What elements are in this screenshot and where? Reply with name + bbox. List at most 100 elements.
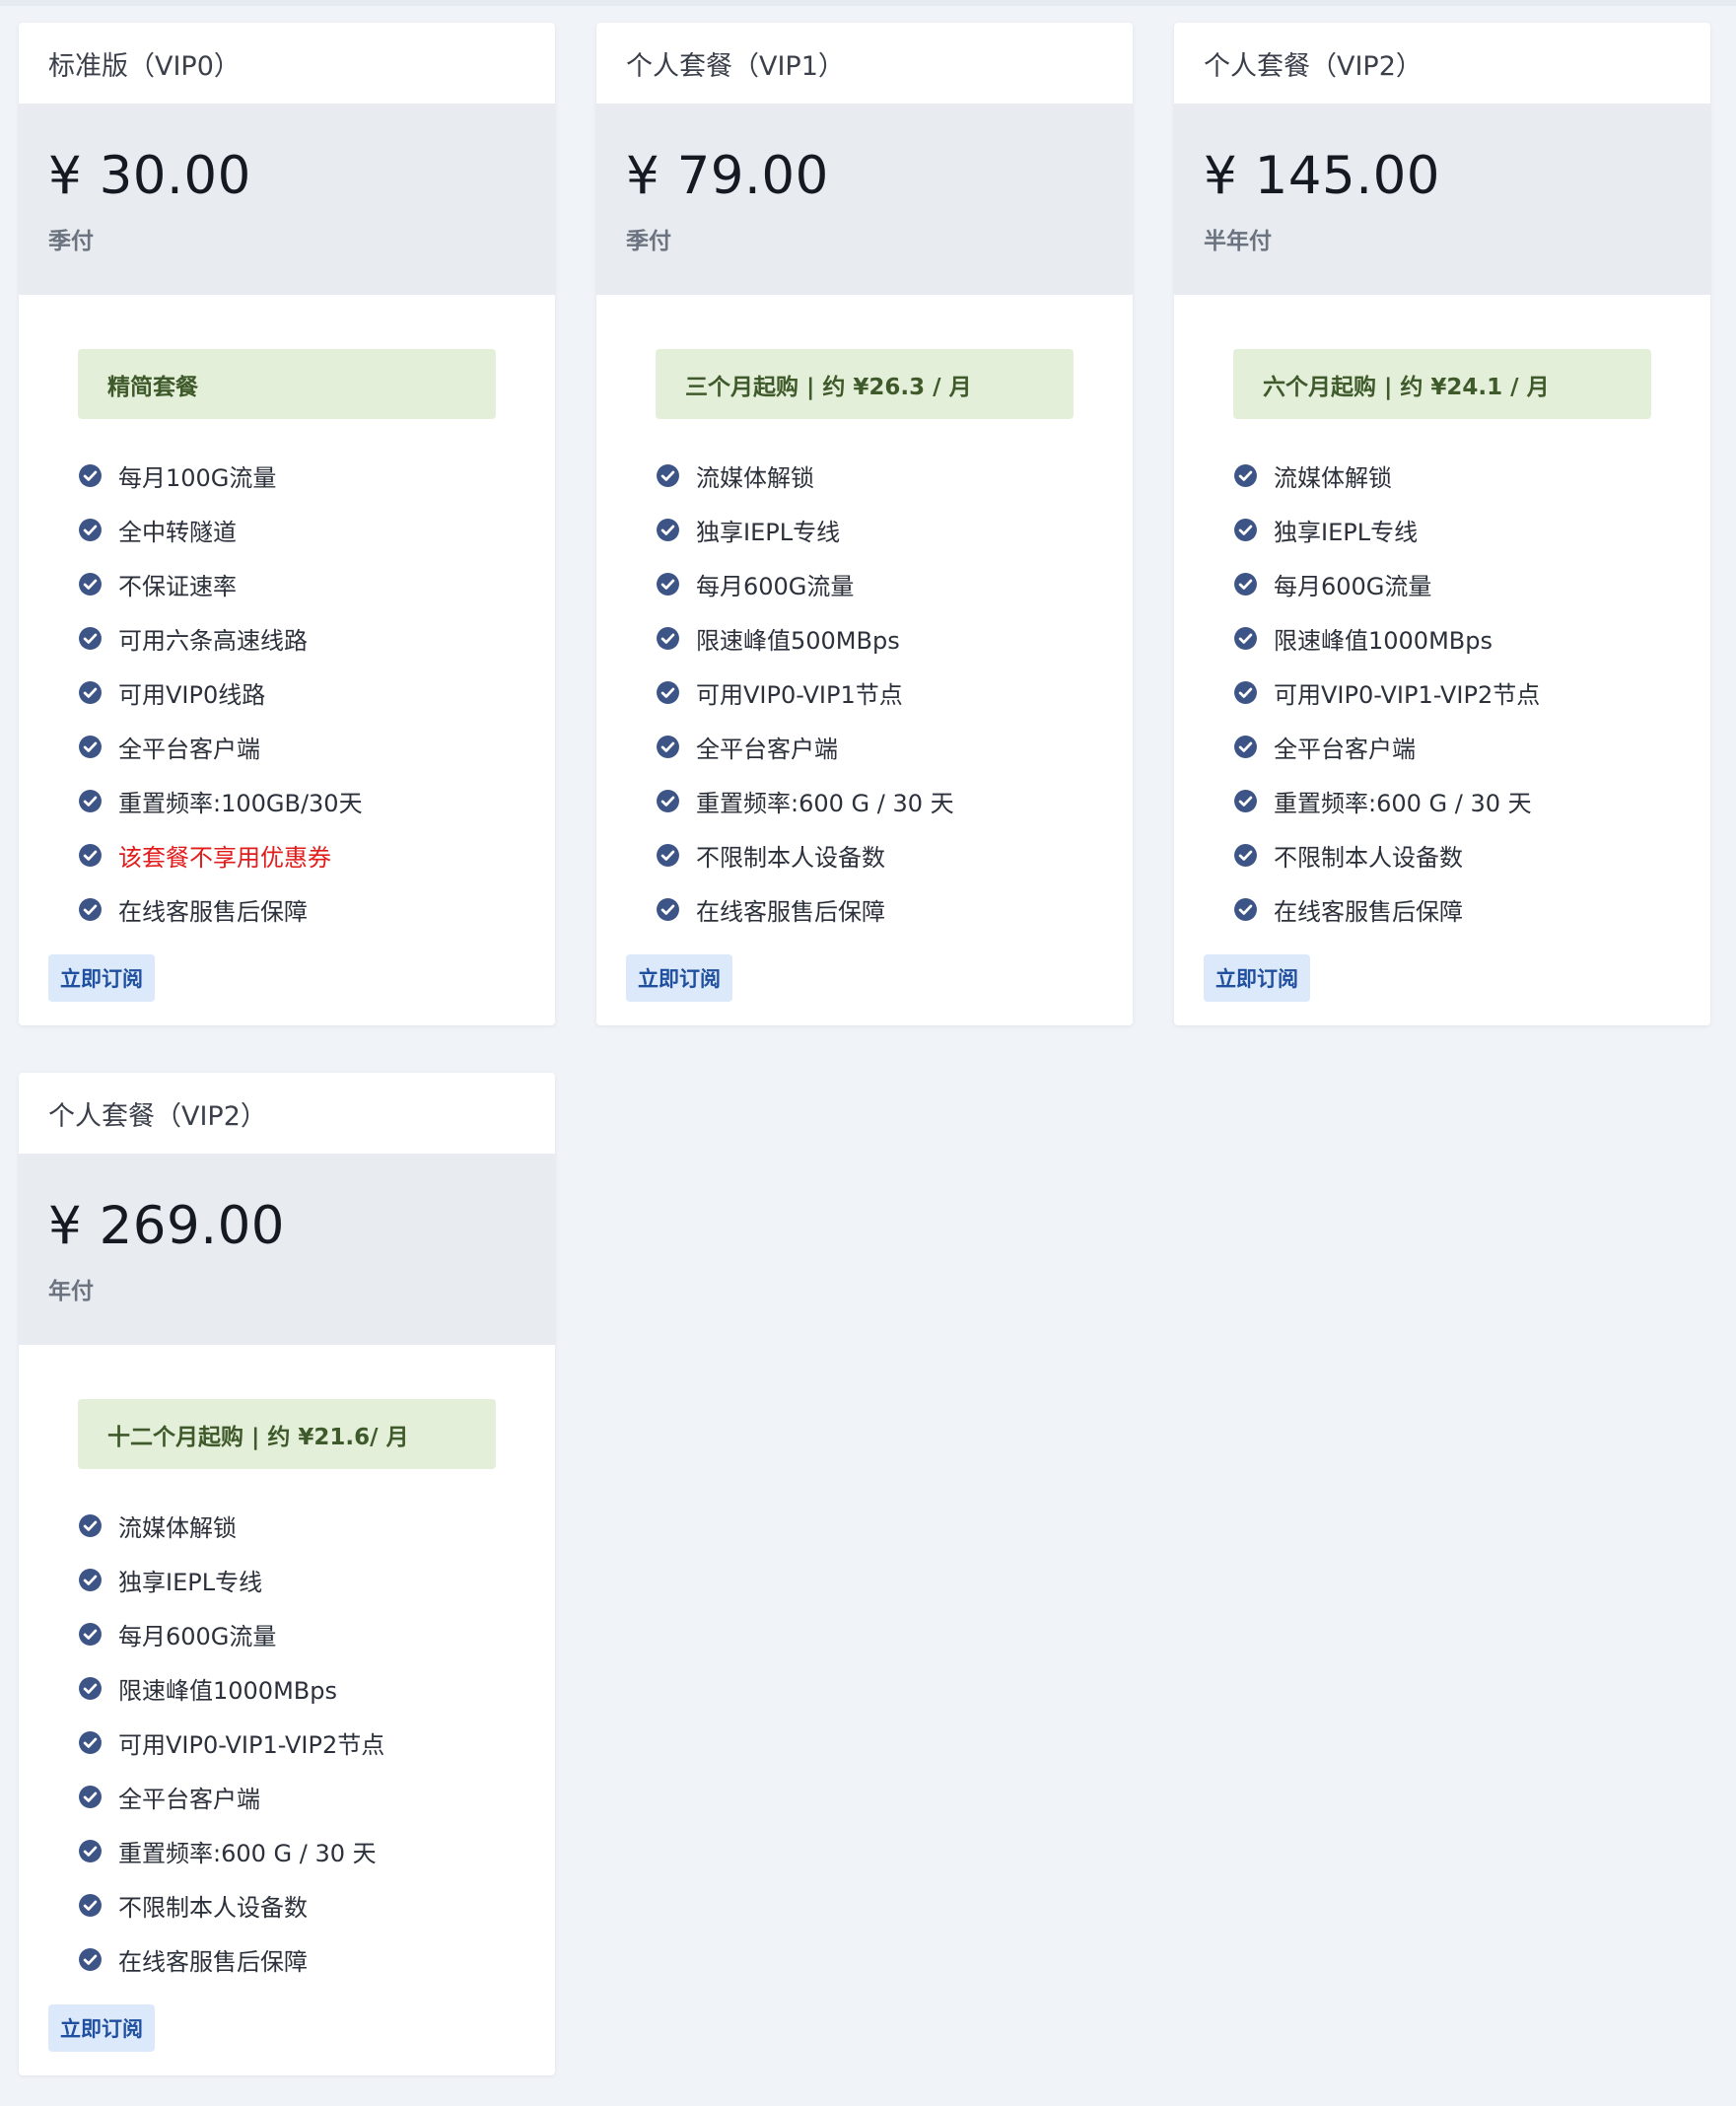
feature-item: 重置频率:600 G / 30 天 — [78, 1824, 525, 1878]
plan-banner: 十二个月起购 | 约 ¥21.6/ 月 — [78, 1399, 496, 1469]
feature-text: 流媒体解锁 — [1274, 464, 1392, 492]
feature-item: 可用VIP0-VIP1-VIP2节点 — [78, 1716, 525, 1770]
feature-text: 独享IEPL专线 — [1274, 519, 1419, 546]
check-circle-icon — [79, 1514, 102, 1537]
plan-body: 精简套餐 每月100G流量 全中转隧道 不保证速率 可用六条高速线路 可用VIP0线路全… — [19, 295, 555, 1025]
check-circle-icon — [657, 627, 679, 650]
feature-item: 流媒体解锁 — [78, 1499, 525, 1553]
check-circle-icon — [657, 681, 679, 704]
check-circle-icon — [79, 898, 102, 921]
feature-text: 可用VIP0-VIP1节点 — [696, 681, 903, 709]
feature-item: 重置频率:600 G / 30 天 — [656, 774, 1103, 828]
feature-item: 可用VIP0线路 — [78, 666, 525, 720]
feature-item: 流媒体解锁 — [1233, 449, 1681, 503]
check-circle-icon — [79, 790, 102, 812]
feature-list: 每月100G流量 全中转隧道 不保证速率 可用六条高速线路 可用VIP0线路 全平台客户端… — [48, 449, 525, 937]
plan-grid: 标准版（VIP0） ¥ 30.00 季付 精简套餐 每月100G流量 全中转隧道不… — [19, 23, 1710, 2075]
check-circle-icon — [79, 844, 102, 867]
check-circle-icon — [79, 519, 102, 541]
feature-item: 全平台客户端 — [78, 1770, 525, 1824]
plan-title: 个人套餐（VIP2） — [1204, 50, 1423, 82]
price-block: ¥ 145.00 半年付 — [1174, 104, 1710, 295]
billing-period: 季付 — [48, 229, 94, 254]
plan-title: 标准版（VIP0） — [48, 50, 241, 82]
feature-text: 独享IEPL专线 — [696, 519, 841, 546]
feature-text: 每月600G流量 — [1274, 573, 1432, 600]
feature-text: 全平台客户端 — [1274, 736, 1416, 763]
subscribe-button[interactable]: 立即订阅 — [1204, 954, 1310, 1002]
feature-item: 在线客服售后保障 — [656, 882, 1103, 937]
feature-list: 流媒体解锁 独享IEPL专线 每月600G流量 限速峰值500MBps 可用VIP0-V… — [626, 449, 1103, 937]
price-block: ¥ 30.00 季付 — [19, 104, 555, 295]
feature-text: 全平台客户端 — [118, 1786, 260, 1813]
plan-banner: 精简套餐 — [78, 349, 496, 419]
check-circle-icon — [79, 1786, 102, 1808]
feature-item: 在线客服售后保障 — [78, 882, 525, 937]
plan-body: 十二个月起购 | 约 ¥21.6/ 月 流媒体解锁 独享IEPL专线 每月600G流… — [19, 1345, 555, 2075]
plan-price: ¥ 30.00 — [48, 146, 251, 206]
feature-text: 重置频率:600 G / 30 天 — [118, 1840, 377, 1867]
feature-text: 全中转隧道 — [118, 519, 237, 546]
check-circle-icon — [1234, 519, 1257, 541]
feature-item: 限速峰值1000MBps — [78, 1661, 525, 1716]
feature-item: 在线客服售后保障 — [78, 1932, 525, 1987]
feature-text: 每月600G流量 — [118, 1623, 277, 1650]
plan-title: 个人套餐（VIP2） — [48, 1100, 267, 1132]
billing-period: 年付 — [48, 1279, 94, 1304]
check-circle-icon — [657, 898, 679, 921]
check-circle-icon — [79, 1569, 102, 1591]
feature-text: 全平台客户端 — [696, 736, 838, 763]
subscribe-button[interactable]: 立即订阅 — [48, 954, 155, 1002]
feature-text: 可用VIP0-VIP1-VIP2节点 — [118, 1731, 385, 1759]
feature-item: 不限制本人设备数 — [1233, 828, 1681, 882]
check-circle-icon — [1234, 681, 1257, 704]
check-circle-icon — [1234, 464, 1257, 487]
feature-text: 可用VIP0线路 — [118, 681, 266, 709]
check-circle-icon — [1234, 790, 1257, 812]
check-circle-icon — [1234, 898, 1257, 921]
feature-text: 在线客服售后保障 — [118, 1948, 308, 1976]
feature-text: 该套餐不享用优惠券 — [118, 844, 331, 872]
feature-text: 不限制本人设备数 — [1274, 844, 1463, 872]
check-circle-icon — [1234, 627, 1257, 650]
feature-text: 不保证速率 — [118, 573, 237, 600]
check-circle-icon — [79, 1731, 102, 1754]
feature-item: 不限制本人设备数 — [78, 1878, 525, 1932]
check-circle-icon — [79, 1948, 102, 1971]
feature-text: 在线客服售后保障 — [118, 898, 308, 926]
check-circle-icon — [1234, 844, 1257, 867]
check-circle-icon — [79, 1840, 102, 1862]
feature-text: 流媒体解锁 — [696, 464, 814, 492]
check-circle-icon — [657, 464, 679, 487]
plan-body: 六个月起购 | 约 ¥24.1 / 月 流媒体解锁 独享IEPL专线 每月600G流… — [1174, 295, 1710, 1025]
feature-item: 流媒体解锁 — [656, 449, 1103, 503]
check-circle-icon — [1234, 573, 1257, 596]
feature-item: 重置频率:100GB/30天 — [78, 774, 525, 828]
check-circle-icon — [79, 627, 102, 650]
feature-item: 全中转隧道 — [78, 503, 525, 557]
plan-price: ¥ 79.00 — [626, 146, 829, 206]
feature-text: 限速峰值1000MBps — [118, 1677, 337, 1705]
feature-item: 可用VIP0-VIP1节点 — [656, 666, 1103, 720]
feature-text: 限速峰值1000MBps — [1274, 627, 1493, 655]
feature-item: 在线客服售后保障 — [1233, 882, 1681, 937]
subscribe-button[interactable]: 立即订阅 — [626, 954, 732, 1002]
plan-card-4: 个人套餐（VIP2） ¥ 269.00 年付 十二个月起购 | 约 ¥21.6/… — [19, 1073, 555, 2075]
subscribe-button[interactable]: 立即订阅 — [48, 2004, 155, 2052]
feature-text: 全平台客户端 — [118, 736, 260, 763]
plan-price: ¥ 269.00 — [48, 1196, 286, 1256]
feature-text: 在线客服售后保障 — [1274, 898, 1463, 926]
feature-item: 重置频率:600 G / 30 天 — [1233, 774, 1681, 828]
feature-text: 不限制本人设备数 — [696, 844, 885, 872]
billing-period: 季付 — [626, 229, 671, 254]
check-circle-icon — [79, 736, 102, 758]
feature-item: 该套餐不享用优惠券 — [78, 828, 525, 882]
plan-title: 个人套餐（VIP1） — [626, 50, 845, 82]
feature-text: 可用VIP0-VIP1-VIP2节点 — [1274, 681, 1541, 709]
feature-text: 重置频率:600 G / 30 天 — [1274, 790, 1532, 817]
check-circle-icon — [657, 790, 679, 812]
feature-item: 全平台客户端 — [78, 720, 525, 774]
feature-item: 每月600G流量 — [656, 557, 1103, 611]
check-circle-icon — [657, 519, 679, 541]
feature-text: 重置频率:100GB/30天 — [118, 790, 363, 817]
